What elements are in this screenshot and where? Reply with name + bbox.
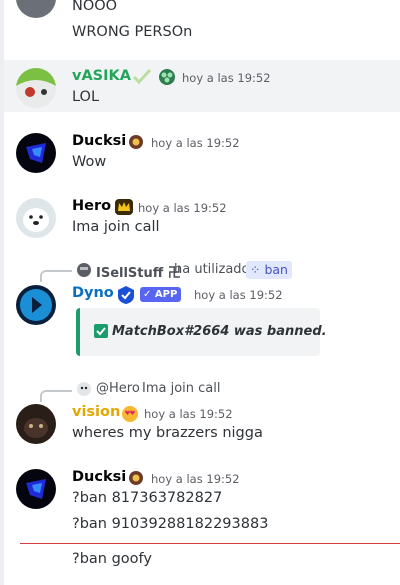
message-text: wheres my brazzers nigga: [72, 425, 263, 441]
avatar[interactable]: [16, 285, 56, 325]
avatar-image: [26, 479, 46, 499]
role-icon: [159, 69, 175, 85]
message-text: WRONG PERSOn: [72, 24, 193, 40]
reply-avatar[interactable]: [76, 381, 92, 397]
timestamp[interactable]: hoy a las 19:52: [144, 407, 233, 421]
role-icon: [129, 471, 143, 485]
heart-face-icon: [122, 406, 138, 422]
app-badge: ✓ APP: [140, 287, 182, 302]
reply-avatar[interactable]: [76, 262, 92, 278]
author-name[interactable]: Ducksi: [72, 133, 126, 149]
embed-text: MatchBox#2664 was banned.: [112, 324, 327, 339]
message-text: LOL: [72, 89, 100, 105]
timestamp[interactable]: hoy a las 19:52: [182, 71, 271, 85]
role-icon: [129, 135, 143, 149]
author-name[interactable]: Hero: [72, 198, 111, 214]
crown-icon: [115, 199, 133, 215]
message-hover-highlight: [4, 60, 400, 112]
check-box-icon: [94, 324, 108, 338]
reply-used-label: ha utilizado: [174, 262, 250, 277]
avatar-image: [24, 418, 48, 438]
avatar[interactable]: [16, 469, 56, 509]
avatar[interactable]: [16, 198, 56, 238]
reply-content[interactable]: Ima join call: [142, 381, 220, 396]
reply-connector: [40, 390, 72, 402]
reply-connector: [40, 270, 72, 282]
verified-shield-icon: [118, 286, 134, 304]
message-text: Wow: [72, 154, 107, 170]
message-text: NOOO: [72, 0, 118, 14]
reply-username[interactable]: ISellStuff 卍: [96, 262, 181, 281]
avatar[interactable]: [16, 133, 56, 173]
command-chip[interactable]: ⁘ ban: [246, 261, 292, 279]
avatar[interactable]: [16, 404, 56, 444]
timestamp[interactable]: hoy a las 19:52: [151, 136, 240, 150]
author-name[interactable]: Dyno: [72, 285, 114, 301]
avatar-image: [26, 143, 46, 163]
avatar-image: [23, 208, 49, 232]
avatar[interactable]: [16, 0, 56, 18]
message-text: ?ban 817363782827: [72, 490, 223, 506]
author-name[interactable]: vision: [72, 404, 120, 420]
timestamp[interactable]: hoy a las 19:52: [194, 288, 283, 302]
checkmark-icon: [132, 68, 152, 85]
message-text: ?ban goofy: [72, 551, 152, 567]
reply-username[interactable]: @Hero: [96, 381, 140, 396]
author-name[interactable]: Ducksi: [72, 469, 126, 485]
timestamp[interactable]: hoy a las 19:52: [138, 201, 227, 215]
timestamp[interactable]: hoy a las 19:52: [151, 472, 240, 486]
author-name[interactable]: vASIKA: [72, 68, 131, 84]
command-icon: ⁘: [250, 262, 265, 277]
message-text: Ima join call: [72, 219, 160, 235]
avatar-image: [20, 289, 52, 321]
avatar-image: [16, 68, 56, 97]
new-messages-divider: [20, 543, 400, 544]
avatar[interactable]: [16, 68, 56, 108]
command-name: ban: [264, 262, 288, 277]
message-text: ?ban 91039288182293883: [72, 516, 269, 532]
